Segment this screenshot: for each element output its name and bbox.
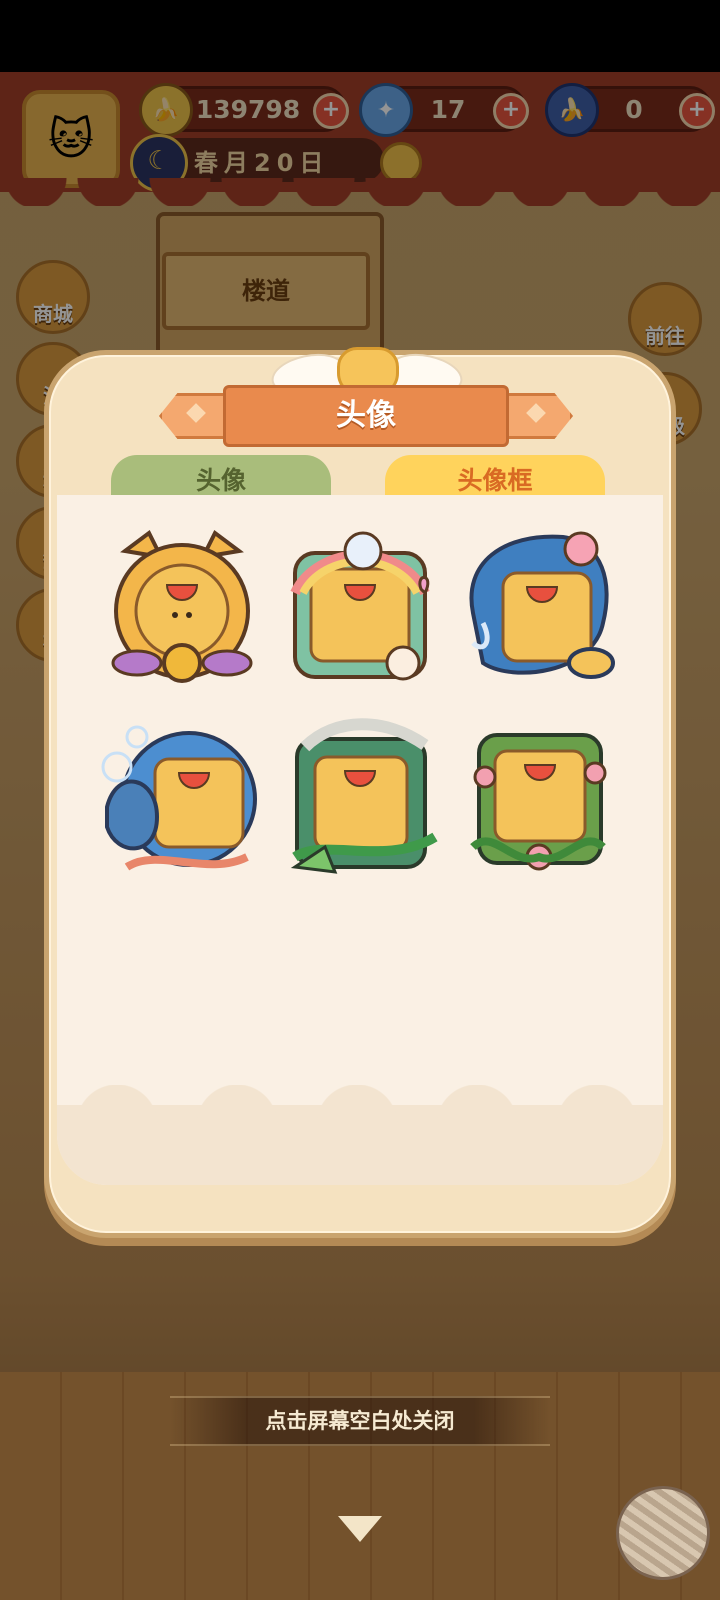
frame-list-area: [57, 495, 663, 1185]
flower-vine-frame-icon: [470, 733, 607, 871]
frame-item-cat-bell[interactable]: [97, 523, 267, 693]
frame-item-ocean-wave[interactable]: [453, 523, 623, 693]
scallop-decoration: [57, 1085, 663, 1185]
down-arrow-icon[interactable]: [338, 1516, 382, 1542]
dialog-title: 头像: [223, 385, 509, 447]
cat-bell-frame-icon: [111, 529, 253, 683]
yarn-ball-button[interactable]: [616, 1486, 710, 1580]
frame-item-shark-bubble[interactable]: [97, 717, 267, 887]
cloud-vine-frame-icon: [290, 718, 438, 874]
status-bar: [0, 0, 720, 72]
frame-item-cloud-vine[interactable]: [275, 717, 445, 887]
frame-item-flower-vine[interactable]: [453, 717, 623, 887]
ocean-wave-frame-icon: [469, 531, 615, 679]
close-hint-text: 点击屏幕空白处关闭: [170, 1396, 550, 1446]
rainbow-pinwheel-frame-icon: [290, 531, 430, 681]
frame-item-rainbow-pinwheel[interactable]: [275, 523, 445, 693]
avatar-dialog: 头像 头像 头像框: [44, 347, 676, 1238]
shark-bubble-frame-icon: [101, 725, 257, 871]
